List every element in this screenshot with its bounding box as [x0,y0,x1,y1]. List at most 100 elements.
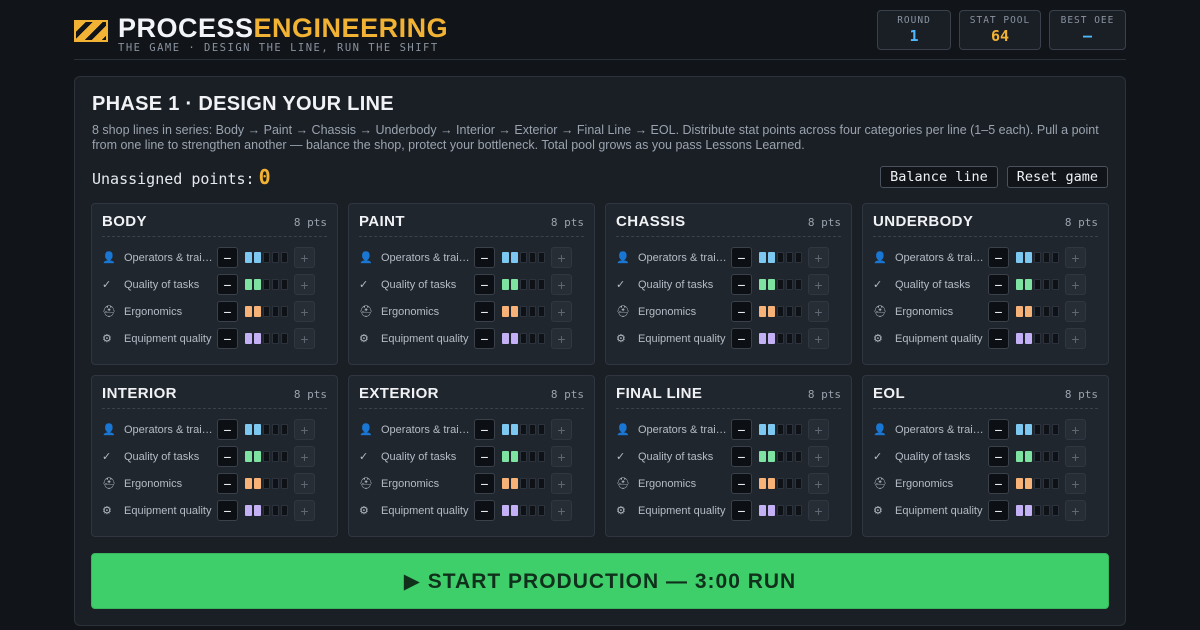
decrement-button[interactable]: − [217,473,238,494]
decrement-button[interactable]: − [474,328,495,349]
balance-line-button[interactable]: Balance line [880,166,998,188]
increment-button[interactable]: + [1065,473,1086,494]
level-pip-empty [1043,505,1050,516]
helmet-icon: ⛑ [616,478,630,490]
level-meter [502,279,545,290]
decrement-button[interactable]: − [474,301,495,322]
line-card-header: CHASSIS 8 pts [616,213,841,237]
check-icon: ✓ [873,451,883,463]
decrement-button[interactable]: − [731,328,752,349]
stat-label: Equipment quality [124,332,212,345]
increment-button[interactable]: + [1065,328,1086,349]
increment-button[interactable]: + [551,500,572,521]
increment-button[interactable]: + [1065,419,1086,440]
increment-button[interactable]: + [808,301,829,322]
line-points: 8 pts [550,216,584,229]
increment-button[interactable]: + [808,446,829,467]
increment-button[interactable]: + [1065,274,1086,295]
increment-button[interactable]: + [294,274,315,295]
decrement-button[interactable]: − [217,419,238,440]
stat-label: Ergonomics [381,477,440,490]
decrement-button[interactable]: − [731,419,752,440]
increment-button[interactable]: + [294,301,315,322]
decrement-button[interactable]: − [474,473,495,494]
level-pip-filled [254,306,261,317]
increment-button[interactable]: + [294,419,315,440]
decrement-button[interactable]: − [474,446,495,467]
increment-button[interactable]: + [551,274,572,295]
increment-button[interactable]: + [1065,500,1086,521]
increment-button[interactable]: + [808,247,829,268]
stat-label: Quality of tasks [381,278,457,291]
level-meter [1016,424,1059,435]
increment-button[interactable]: + [551,247,572,268]
line-name: PAINT [359,213,405,230]
increment-button[interactable]: + [551,446,572,467]
reset-game-button[interactable]: Reset game [1006,166,1108,188]
increment-button[interactable]: + [551,301,572,322]
stat-row: ⛑ Ergonomics − + [102,470,327,497]
increment-button[interactable]: + [808,419,829,440]
increment-button[interactable]: + [294,328,315,349]
decrement-button[interactable]: − [988,473,1009,494]
level-pip-empty [520,478,527,489]
decrement-button[interactable]: − [217,247,238,268]
line-points: 8 pts [1064,388,1098,401]
decrement-button[interactable]: − [217,500,238,521]
gear-icon: ⚙ [102,333,112,345]
increment-button[interactable]: + [808,274,829,295]
increment-button[interactable]: + [551,419,572,440]
decrement-button[interactable]: − [474,500,495,521]
decrement-button[interactable]: − [731,274,752,295]
decrement-button[interactable]: − [217,301,238,322]
stat-row: ⛑ Ergonomics − + [873,470,1098,497]
line-card-header: PAINT 8 pts [359,213,584,237]
increment-button[interactable]: + [808,500,829,521]
increment-button[interactable]: + [551,473,572,494]
decrement-button[interactable]: − [988,274,1009,295]
level-pip-empty [538,478,545,489]
increment-button[interactable]: + [1065,247,1086,268]
decrement-button[interactable]: − [474,274,495,295]
line-name: UNDERBODY [873,213,974,230]
increment-button[interactable]: + [808,473,829,494]
start-production-button[interactable]: ▶ START PRODUCTION — 3:00 RUN [91,553,1109,609]
increment-button[interactable]: + [551,328,572,349]
level-pip-empty [1052,424,1059,435]
decrement-button[interactable]: − [217,328,238,349]
decrement-button[interactable]: − [988,328,1009,349]
level-meter [245,505,288,516]
app-subtitle: THE GAME · DESIGN THE LINE, RUN THE SHIF… [118,42,439,54]
level-pip-empty [1034,306,1041,317]
decrement-button[interactable]: − [731,473,752,494]
decrement-button[interactable]: − [988,247,1009,268]
decrement-button[interactable]: − [217,446,238,467]
increment-button[interactable]: + [1065,301,1086,322]
decrement-button[interactable]: − [988,446,1009,467]
stat-label: Equipment quality [638,332,726,345]
decrement-button[interactable]: − [988,419,1009,440]
stat-label: Quality of tasks [124,450,200,463]
line-card-interior: INTERIOR 8 pts 👤 Operators & training − + ✓ Qua… [91,375,338,537]
stat-label: Equipment quality [638,504,726,517]
stat-row: ⚙ Equipment quality − + [873,325,1098,352]
increment-button[interactable]: + [808,328,829,349]
increment-button[interactable]: + [294,473,315,494]
increment-button[interactable]: + [294,500,315,521]
decrement-button[interactable]: − [731,247,752,268]
decrement-button[interactable]: − [474,247,495,268]
decrement-button[interactable]: − [217,274,238,295]
line-name: CHASSIS [616,213,686,230]
increment-button[interactable]: + [294,247,315,268]
level-pip-empty [520,505,527,516]
decrement-button[interactable]: − [731,301,752,322]
decrement-button[interactable]: − [988,301,1009,322]
level-meter [1016,279,1059,290]
decrement-button[interactable]: − [988,500,1009,521]
decrement-button[interactable]: − [731,446,752,467]
decrement-button[interactable]: − [731,500,752,521]
decrement-button[interactable]: − [474,419,495,440]
increment-button[interactable]: + [1065,446,1086,467]
level-pip-empty [272,333,279,344]
increment-button[interactable]: + [294,446,315,467]
